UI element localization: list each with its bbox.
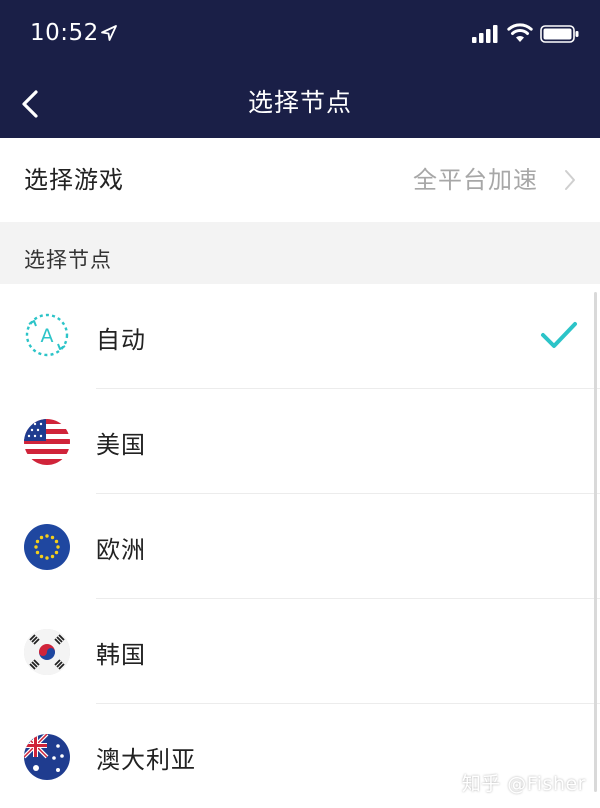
- header: 10:52 选择节点: [0, 0, 600, 138]
- node-item-korea[interactable]: 韩国: [0, 599, 600, 704]
- node-label: 欧洲: [96, 536, 146, 564]
- eu-flag-icon: [24, 524, 70, 570]
- selected-game-value: 全平台加速: [413, 166, 538, 194]
- select-game-row[interactable]: 选择游戏 全平台加速: [0, 138, 600, 222]
- node-label: 韩国: [96, 641, 146, 669]
- status-bar: 10:52: [0, 0, 600, 70]
- battery-icon: [540, 25, 579, 43]
- chevron-right-icon: [565, 170, 575, 190]
- auto-icon: A: [25, 313, 69, 357]
- node-label: 自动: [96, 326, 146, 354]
- section-title: 选择节点: [24, 248, 112, 272]
- signal-icon: [472, 25, 498, 43]
- korea-flag-icon: [24, 629, 70, 675]
- select-game-label: 选择游戏: [24, 166, 124, 194]
- node-label: 澳大利亚: [96, 746, 196, 774]
- node-label: 美国: [96, 431, 146, 459]
- nav-bar: 选择节点: [0, 70, 600, 138]
- app-screen: 10:52 选择节点 选择游戏 全平台加速 选择节点 A 自动 美国 欧洲 韩国…: [0, 0, 600, 808]
- node-item-usa[interactable]: 美国: [0, 389, 600, 494]
- section-header: 选择节点: [0, 222, 600, 284]
- svg-text:A: A: [41, 325, 54, 347]
- location-arrow-icon: [101, 25, 117, 41]
- australia-flag-icon: [24, 734, 70, 780]
- usa-flag-icon: [24, 419, 70, 465]
- node-item-europe[interactable]: 欧洲: [0, 494, 600, 599]
- wifi-icon: [507, 23, 533, 42]
- node-list: A 自动 美国 欧洲 韩国 澳大利亚: [0, 284, 600, 808]
- watermark: 知乎 @Fisher: [461, 773, 586, 795]
- status-time: 10:52: [30, 20, 99, 46]
- check-icon: [541, 322, 577, 348]
- scrollbar[interactable]: [594, 292, 597, 792]
- node-item-auto[interactable]: A 自动: [0, 284, 600, 389]
- page-title: 选择节点: [247, 88, 352, 117]
